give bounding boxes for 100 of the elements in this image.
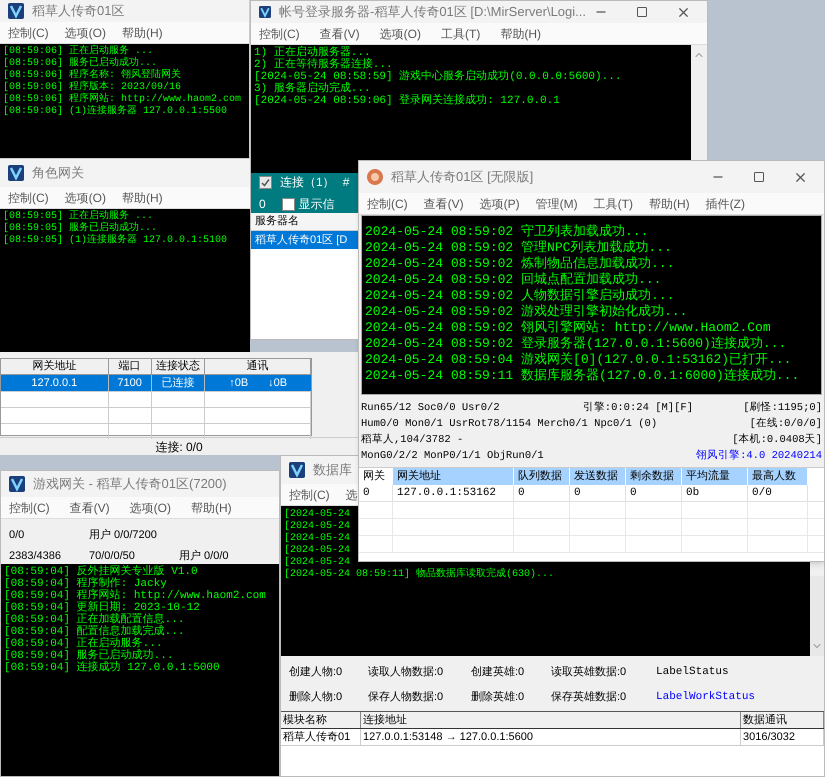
menu-item[interactable]: 选项(O) [130,498,171,516]
log-line: [08:59:04] 反外挂网关专业版 V1.0 [4,566,199,578]
menu-item[interactable]: 查看(V) [424,194,464,212]
column-header[interactable]: 队列数据 [514,468,570,485]
log-line: 2024-05-24 08:59:02 回城点配置加载成功... [365,272,662,288]
column-header[interactable]: 发送数据 [570,468,626,485]
log-line: [2024-05-24 [284,533,352,544]
window-title: 帐号登录服务器-稻草人传奇01区 [D:\MirServer\Logi... [279,3,586,22]
column-header[interactable]: 数据通讯 [741,712,824,728]
log-line: [08:59:04] 服务已启动成功... [4,650,174,662]
count-label: 0 [259,196,266,213]
log-line: [08:59:04] 程序网站: http://www.haom2.com [4,590,267,602]
menu-item[interactable]: 查看(V) [70,498,110,516]
column-header[interactable]: 连接地址 [361,712,741,728]
menu-item[interactable]: 帮助(H) [122,24,163,42]
menu-item[interactable]: 选项(O) [64,24,106,42]
server-row[interactable]: 稻草人传奇01区 [D [251,231,359,249]
menu-item[interactable]: 帮助(H) [191,498,232,516]
stat-text: LabelWorkStatus [656,690,756,704]
log-line: [2024-05-24 [284,545,352,556]
column-header[interactable]: 服务器名 [251,213,359,231]
menu-item[interactable]: 控制(C) [259,24,300,42]
menu-item[interactable]: 工具(T) [441,24,480,42]
stat-text: 保存英雄数据:0 [551,690,628,704]
status-text: 引擎:0:0:24 [M][F] [582,401,693,414]
table-cell: 0 [626,485,682,501]
menu-item[interactable]: 选项(O) [64,188,106,206]
column-header[interactable]: 网关地址 [393,468,514,485]
log-line: [2024-05-24 [284,521,352,532]
table-cell: 已连接 [152,375,206,391]
column-header[interactable]: 端口 [108,359,152,375]
maximize-icon[interactable] [636,6,648,18]
upload-count: ↑0B [229,376,248,391]
column-header[interactable]: 最高人数 [748,468,808,485]
column-header[interactable]: 连接状态 [152,359,206,375]
stat-text: 读取英雄数据:0 [551,665,628,680]
status-text: [刷怪:1195;0] [743,401,822,414]
log-line: [08:59:05] (1)连接服务器 127.0.0.1:5100 [3,235,228,247]
log-line: 3) 服务器启动完成... [254,83,372,95]
table-cell: 稻草人传奇01 [281,729,361,745]
log-line: [08:59:05] 服务已启动成功... [3,223,158,234]
menu-item[interactable]: 选 [346,486,358,504]
menu-item[interactable]: 帮助(H) [122,188,163,206]
maximize-icon[interactable] [753,171,765,183]
log-line: 1) 正在启动服务器... [254,47,371,59]
log-line: [08:59:04] 正在启动服务... [4,638,164,650]
menu-item[interactable]: 管理(M) [536,194,578,212]
hash-label: # [342,174,350,191]
menu-item[interactable]: 工具(T) [594,194,633,212]
stat-text: 用户 0/0/0 [179,548,230,564]
status-text: 连接: 0/0 [155,438,203,456]
column-header[interactable]: 模块名称 [281,712,361,728]
table-row[interactable]: 127.0.0.1 7100 已连接 ↑0B ↓0B [1,375,311,391]
log-line: [08:59:04] 程序制作: Jacky [4,578,168,590]
menu-item[interactable]: 选项(P) [480,194,520,212]
table-cell: 7100 [108,375,152,391]
log-line: 2024-05-24 08:59:02 翎风引擎网站: http://www.Haom2.Com [365,320,772,336]
table-cell: 3016/3032 [741,729,824,745]
window-title: 稻草人传奇01区 [无限版] [391,168,534,186]
menu-item[interactable]: 控制(C) [289,486,330,504]
column-header[interactable]: 网关地址 [1,359,109,375]
log-line: 2024-05-24 08:59:11 数据库服务器(127.0.0.1:6000)连接成功... [365,368,800,384]
checkbox[interactable] [282,198,295,210]
log-line: 2024-05-24 08:59:02 人物数据引擎启动成功... [365,288,676,304]
log-line: [08:59:04] 正在加载配置信息... [4,614,186,626]
stat-text: 用户 0/0/7200 [89,528,158,543]
menu-item[interactable]: 帮助(H) [500,24,541,42]
menu-item[interactable]: 控制(C) [8,188,49,206]
log-line: 2024-05-24 08:59:02 管理NPC列表加载成功... [365,240,673,256]
menu-item[interactable]: 插件(Z) [706,194,745,212]
show-info-label: 显示信 [298,196,335,213]
menu-item[interactable]: 帮助(H) [649,194,690,212]
log-line: [08:59:06] 正在启动服务 ... [3,46,154,57]
menu-item[interactable]: 选项(O) [380,24,421,42]
column-header[interactable]: 剩余数据 [626,468,682,485]
column-header[interactable]: 通讯 [205,359,311,375]
app-icon [8,165,24,181]
log-line: [2024-05-24 08:59:06] 登录网关连接成功: 127.0.0.1 [254,95,561,107]
log-line: [08:59:04] 配置信息加载完成... [4,626,186,638]
log-line: 2024-05-24 08:59:02 炼制物品信息加载成功... [365,256,676,272]
menu-item[interactable]: 控制(C) [8,24,49,42]
log-line: 2) 正在等待服务器连接... [254,59,394,71]
menu-item[interactable]: 查看(V) [320,24,360,42]
stat-text: LabelStatus [656,665,730,680]
scrollbar[interactable] [810,576,824,656]
log-line: 2024-05-24 08:59:02 守卫列表加载成功... [365,224,650,240]
window-title: 角色网关 [32,164,84,182]
app-icon [367,169,383,185]
stat-text: 读取人物数据:0 [368,665,444,680]
log-line: [08:59:06] 程序网站: http://www.haom2.com [3,94,242,105]
stat-text: 删除人物:0 [289,690,344,704]
menu-item[interactable]: 控制(C) [367,194,408,212]
checkbox[interactable] [259,176,272,188]
log-line: [2024-05-24 [284,509,352,520]
app-icon [9,476,25,492]
column-header[interactable]: 平均流量 [682,468,748,485]
menu-item[interactable]: 控制(C) [9,498,50,516]
stat-text: 删除英雄:0 [471,690,526,704]
app-icon [289,462,305,478]
table-cell: 0 [570,485,626,501]
